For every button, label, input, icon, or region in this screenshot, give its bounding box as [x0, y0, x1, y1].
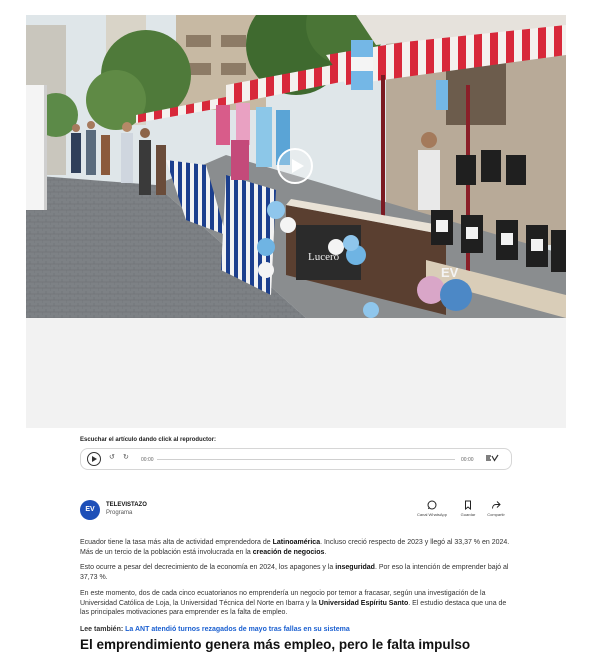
see-also-link[interactable]: La ANT atendió turnos rezagados de mayo …: [125, 626, 350, 633]
whatsapp-channel-button[interactable]: Canal WhatsApp: [412, 500, 452, 517]
article-paragraph-1: Ecuador tiene la tasa más alta de activi…: [80, 539, 510, 556]
bookmark-icon: [465, 500, 471, 510]
whatsapp-icon: [427, 500, 437, 510]
video-player[interactable]: Lucero EV: [26, 15, 566, 318]
author-name[interactable]: TELEVISTAZO: [106, 502, 147, 508]
share-button[interactable]: Compartir: [476, 500, 516, 517]
listen-label: Escuchar el artículo dando click al repr…: [80, 437, 217, 443]
video-caption-area: [26, 318, 566, 428]
share-icon: [492, 501, 501, 509]
audio-play-button[interactable]: [87, 452, 101, 466]
article-subheading: El emprendimiento genera más empleo, per…: [80, 637, 471, 652]
ecuavisa-logo-icon: [486, 454, 499, 462]
audio-player: ↺ ↻ 00:00 00:00: [80, 448, 512, 470]
progress-track[interactable]: [157, 459, 455, 460]
article-paragraph-2: Esto ocurre a pesar del decrecimiento de…: [80, 564, 509, 581]
duration-time: 00:00: [461, 457, 474, 463]
current-time: 00:00: [141, 457, 154, 463]
author-role: Programa: [106, 510, 133, 516]
see-also: Lee también: La ANT atendió turnos rezag…: [80, 626, 350, 633]
whatsapp-label: Canal WhatsApp: [416, 512, 447, 517]
svg-text:EV: EV: [441, 265, 459, 280]
author-avatar[interactable]: EV: [80, 500, 100, 520]
video-play-button[interactable]: [277, 148, 313, 184]
article-paragraph-3: En este momento, dos de cada cinco ecuat…: [80, 590, 507, 616]
share-label: Compartir: [487, 512, 505, 517]
forward-button[interactable]: ↻: [123, 453, 129, 461]
rewind-button[interactable]: ↺: [109, 453, 115, 461]
